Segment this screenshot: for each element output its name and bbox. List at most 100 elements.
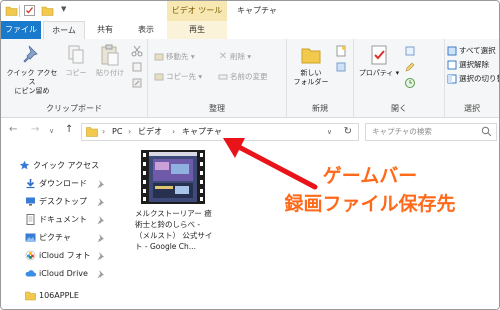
sidebar-label: ダウンロード xyxy=(39,179,87,188)
tab-play[interactable]: 再生 xyxy=(167,21,227,39)
pin-icon[interactable] xyxy=(96,197,105,206)
ribbon-tabs: ファイル ホーム 共有 表示 再生 xyxy=(1,21,499,40)
sidebar-label: iCloud Drive xyxy=(39,269,88,278)
annotation-line-2: 録画ファイル保存先 xyxy=(284,193,456,215)
up-arrow-icon[interactable]: ↑ xyxy=(65,124,73,135)
invert-selection-button[interactable]: 選択の切り替 xyxy=(447,73,499,85)
clipboard-group: クイック アクセス にピン留め コピー 貼り付け クリップボード xyxy=(1,39,148,117)
new-folder-button[interactable]: 新しい フォルダー xyxy=(291,43,331,87)
open-icon[interactable] xyxy=(404,45,416,57)
folder-icon[interactable] xyxy=(5,4,18,17)
ribbon: クイック アクセス にピン留め コピー 貼り付け クリップボード 移動先 ▾ コ… xyxy=(1,39,499,118)
new-group-label: 新規 xyxy=(312,104,328,113)
pin-icon[interactable] xyxy=(96,179,105,188)
new-folder-quick-icon[interactable] xyxy=(41,4,54,17)
breadcrumb-separator[interactable]: › xyxy=(172,124,175,140)
paste-shortcut-icon[interactable] xyxy=(131,77,143,89)
pin-icon[interactable] xyxy=(96,233,105,242)
refresh-icon[interactable]: ↻ xyxy=(344,124,352,140)
breadcrumb-pc[interactable]: PC xyxy=(112,124,122,140)
delete-icon: ✕ xyxy=(218,51,228,62)
divider xyxy=(19,5,20,17)
pin-icon[interactable] xyxy=(96,215,105,224)
delete-button[interactable]: ✕ 削除 ▾ xyxy=(218,51,251,63)
sidebar-item-icloud-photos[interactable]: iCloud フォト xyxy=(25,248,104,264)
pin-icon[interactable] xyxy=(96,269,105,278)
sidebar-item-quick-access[interactable]: クイック アクセス xyxy=(19,158,99,174)
tab-home[interactable]: ホーム xyxy=(43,21,85,40)
chevron-down-icon[interactable]: ∨ xyxy=(327,124,332,140)
sidebar-item-desktop[interactable]: デスクトップ xyxy=(25,194,104,210)
easy-access-icon[interactable] xyxy=(335,61,347,73)
pin-icon xyxy=(23,45,38,63)
select-all-icon xyxy=(447,46,457,56)
sidebar-label: ドキュメント xyxy=(39,215,87,224)
tab-share[interactable]: 共有 xyxy=(89,21,121,39)
copy-to-button[interactable]: コピー先 ▾ xyxy=(154,71,202,83)
tab-file[interactable]: ファイル xyxy=(1,21,41,39)
pin-quick-access-button[interactable]: クイック アクセス にピン留め xyxy=(5,43,59,96)
sidebar-label: 106APPLE xyxy=(39,291,79,300)
properties-icon xyxy=(371,45,387,65)
paste-label: 貼り付け xyxy=(96,69,124,77)
select-all-button[interactable]: すべて選択 xyxy=(447,45,496,57)
copy-to-icon xyxy=(154,73,164,81)
search-box[interactable]: キャプチャの検索 xyxy=(365,123,497,141)
sidebar-item-icloud-drive[interactable]: iCloud Drive xyxy=(25,266,104,282)
rename-button[interactable]: 名前の変更 xyxy=(218,71,268,83)
sidebar-item-downloads[interactable]: ダウンロード xyxy=(25,176,104,192)
picture-icon xyxy=(25,233,36,242)
open-group: プロパティ ▾ 開く xyxy=(354,39,445,117)
new-item-icon[interactable] xyxy=(335,45,347,57)
open-group-label: 開く xyxy=(391,104,407,113)
tab-view[interactable]: 表示 xyxy=(129,21,163,39)
breadcrumb-separator[interactable]: › xyxy=(102,124,105,140)
forward-arrow-icon[interactable]: → xyxy=(31,124,39,135)
sidebar-item-pictures[interactable]: ピクチャ xyxy=(25,230,104,246)
icloud-drive-icon xyxy=(25,270,36,277)
select-group: すべて選択 選択解除 選択の切り替 選択 xyxy=(445,39,499,117)
copy-to-label: コピー先 xyxy=(166,72,196,81)
clipboard-group-label: クリップボード xyxy=(46,104,102,113)
recent-locations-chevron-icon[interactable]: ∨ xyxy=(49,127,54,135)
move-to-button[interactable]: 移動先 ▾ xyxy=(154,51,195,63)
select-all-label: すべて選択 xyxy=(459,46,496,55)
breadcrumb-video[interactable]: ビデオ xyxy=(138,124,162,140)
organize-group-label: 整理 xyxy=(209,104,225,113)
back-arrow-icon[interactable]: ← xyxy=(9,124,17,135)
folder-icon xyxy=(86,127,98,137)
sidebar-item-106apple[interactable]: 106APPLE xyxy=(25,288,79,304)
edit-icon[interactable] xyxy=(404,61,416,73)
folder-icon xyxy=(25,291,36,301)
properties-quick-icon[interactable] xyxy=(23,4,36,17)
invert-selection-icon xyxy=(447,74,457,84)
video-file-name[interactable]: メルクストーリアー 癒術士と鈴のしらべ - （メルスト） 公式サイト - Goo… xyxy=(135,208,215,252)
desktop-icon xyxy=(26,197,35,206)
move-to-label: 移動先 xyxy=(166,52,189,61)
copy-button[interactable]: コピー xyxy=(61,43,91,78)
new-folder-label: 新しい フォルダー xyxy=(293,69,329,86)
sidebar-label: クイック アクセス xyxy=(33,161,100,170)
scissors-icon[interactable] xyxy=(131,45,143,57)
window-title: キャプチャ xyxy=(237,6,277,15)
properties-button[interactable]: プロパティ ▾ xyxy=(358,43,400,78)
select-none-button[interactable]: 選択解除 xyxy=(447,59,489,71)
paste-button[interactable]: 貼り付け xyxy=(91,43,129,78)
video-file-thumbnail[interactable] xyxy=(141,150,205,204)
rename-icon xyxy=(218,74,228,80)
search-placeholder: キャプチャの検索 xyxy=(372,127,432,136)
sidebar-item-documents[interactable]: ドキュメント xyxy=(25,212,104,228)
history-icon[interactable] xyxy=(404,77,416,89)
sidebar-label: デスクトップ xyxy=(39,197,87,206)
new-folder-icon xyxy=(301,48,321,64)
copy-icon xyxy=(68,45,84,64)
explorer-window: ▼ ビデオ ツール キャプチャ ファイル ホーム 共有 表示 再生 クイック ア… xyxy=(0,0,500,310)
chevron-down-icon[interactable]: ▼ xyxy=(61,5,74,18)
copy-path-icon[interactable] xyxy=(131,61,143,73)
pin-icon[interactable] xyxy=(96,251,105,260)
new-group: 新しい フォルダー 新規 xyxy=(287,39,354,117)
select-group-label: 選択 xyxy=(464,104,480,113)
breadcrumb-separator[interactable]: › xyxy=(128,124,131,140)
document-icon xyxy=(26,214,35,225)
video-tools-context-tab: ビデオ ツール xyxy=(167,1,227,21)
